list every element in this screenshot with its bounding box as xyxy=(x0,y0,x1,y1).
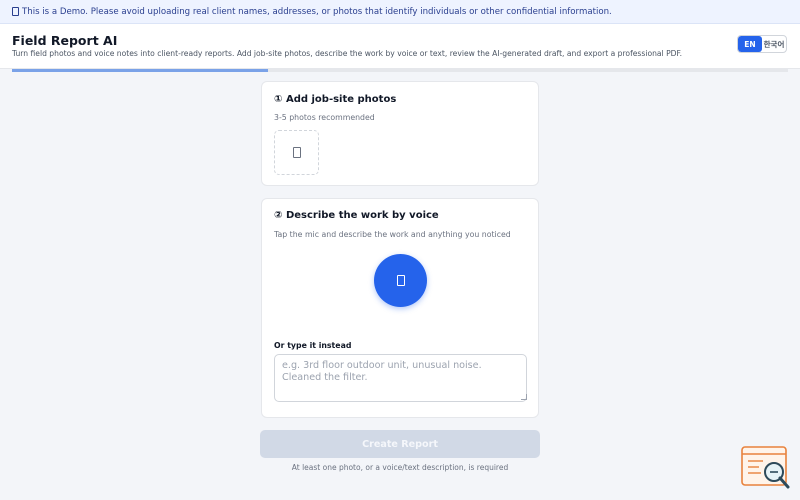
record-voice-button[interactable] xyxy=(374,254,427,307)
progress-fill xyxy=(12,69,269,72)
progress-bar xyxy=(12,69,788,72)
photos-hint: 3-5 photos recommended xyxy=(274,113,375,122)
demo-banner-text: This is a Demo. Please avoid uploading r… xyxy=(22,6,612,17)
app-header: Field Report AI Turn field photos and vo… xyxy=(0,24,800,69)
microphone-icon xyxy=(396,275,405,286)
create-report-button[interactable]: Create Report xyxy=(260,430,540,458)
info-icon xyxy=(12,7,19,16)
add-photo-icon xyxy=(292,147,301,158)
language-option-en[interactable]: EN xyxy=(738,36,762,52)
add-photo-button[interactable] xyxy=(274,130,319,175)
demo-banner: This is a Demo. Please avoid uploading r… xyxy=(0,0,800,24)
app-subtitle: Turn field photos and voice notes into c… xyxy=(12,49,683,58)
photos-heading: ① Add job-site photos xyxy=(274,94,397,105)
work-description-input[interactable] xyxy=(274,354,527,402)
language-toggle: EN 한국어 xyxy=(737,35,787,53)
help-widget-button[interactable] xyxy=(741,446,791,490)
voice-heading: ② Describe the work by voice xyxy=(274,210,439,221)
requirement-note: At least one photo, or a voice/text desc… xyxy=(291,463,509,472)
type-instead-label: Or type it instead xyxy=(274,341,352,350)
voice-hint: Tap the mic and describe the work and an… xyxy=(274,230,511,239)
voice-card: ② Describe the work by voice Tap the mic… xyxy=(261,198,539,418)
search-document-icon xyxy=(741,446,790,489)
app-title: Field Report AI xyxy=(12,33,118,48)
photos-card: ① Add job-site photos 3-5 photos recomme… xyxy=(261,81,539,186)
language-option-ko[interactable]: 한국어 xyxy=(762,36,786,52)
